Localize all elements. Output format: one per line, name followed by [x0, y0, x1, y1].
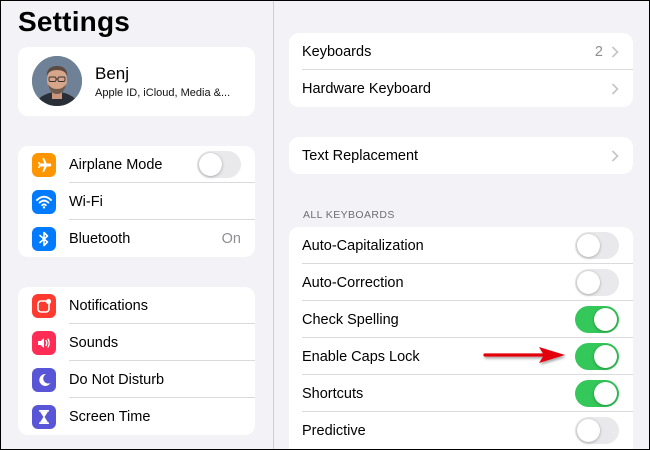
sidebar-item-bluetooth[interactable]: Bluetooth On: [18, 220, 255, 257]
chevron-right-icon: [611, 45, 619, 58]
sidebar-item-sounds[interactable]: Sounds: [18, 324, 255, 361]
hardware-keyboard-row[interactable]: Hardware Keyboard: [289, 70, 633, 107]
text-replacement-group: Text Replacement: [289, 137, 633, 174]
profile-name: Benj: [95, 64, 130, 83]
annotation-arrow-icon: [483, 347, 565, 363]
keyboards-count: 2: [594, 43, 603, 60]
sidebar-item-label: Sounds: [69, 334, 119, 351]
notifications-group: Notifications Sounds Do Not Disturb Scre…: [18, 287, 255, 435]
sidebar-item-label: Screen Time: [69, 408, 151, 425]
sidebar-item-do-not-disturb[interactable]: Do Not Disturb: [18, 361, 255, 398]
bluetooth-icon: [32, 226, 56, 251]
chevron-right-icon: [611, 149, 619, 162]
toggle-label: Shortcuts: [302, 385, 364, 402]
all-keyboards-group: Auto-Capitalization Auto-Correction Chec…: [289, 227, 633, 449]
notifications-icon: [32, 293, 56, 318]
shortcuts-row: Shortcuts: [289, 375, 633, 412]
sidebar-item-label: Do Not Disturb: [69, 371, 165, 388]
toggle-label: Auto-Capitalization: [302, 237, 424, 254]
keyboards-group: Keyboards 2 Hardware Keyboard: [289, 33, 633, 107]
auto-capitalization-row: Auto-Capitalization: [289, 227, 633, 264]
sidebar-item-screen-time[interactable]: Screen Time: [18, 398, 255, 435]
wifi-icon: [32, 189, 56, 214]
speaker-icon: [32, 330, 56, 355]
sidebar-item-wifi[interactable]: Wi-Fi: [18, 183, 255, 220]
airplane-mode-toggle[interactable]: [197, 151, 241, 178]
keyboards-detail-pane: Keyboards 2 Hardware Keyboard Text Repla…: [274, 1, 649, 449]
hardware-keyboard-label: Hardware Keyboard: [302, 80, 431, 97]
check-spelling-row: Check Spelling: [289, 301, 633, 338]
profile-subtitle: Apple ID, iCloud, Media &...: [95, 87, 231, 99]
toggle-label: Check Spelling: [302, 311, 399, 328]
sidebar-item-label: Airplane Mode: [69, 156, 163, 173]
auto-correction-row: Auto-Correction: [289, 264, 633, 301]
auto-capitalization-toggle[interactable]: [575, 232, 619, 259]
enable-caps-lock-toggle[interactable]: [575, 343, 619, 370]
sidebar-item-label: Bluetooth: [69, 230, 131, 247]
auto-correction-toggle[interactable]: [575, 269, 619, 296]
section-header: ALL KEYBOARDS: [303, 209, 395, 221]
settings-window: Settings Benj Apple ID, iCloud, Media &.…: [1, 1, 649, 449]
toggle-label: Predictive: [302, 422, 366, 439]
shortcuts-toggle[interactable]: [575, 380, 619, 407]
connectivity-group: Airplane Mode Wi-Fi Bluetooth On: [18, 146, 255, 257]
keyboards-row[interactable]: Keyboards 2: [289, 33, 633, 70]
airplane-icon: [32, 152, 56, 177]
page-title: Settings: [18, 6, 131, 37]
sidebar-item-airplane-mode[interactable]: Airplane Mode: [18, 146, 255, 183]
text-replacement-row[interactable]: Text Replacement: [289, 137, 633, 174]
enable-caps-lock-row: Enable Caps Lock: [289, 338, 633, 375]
predictive-row: Predictive: [289, 412, 633, 449]
bluetooth-status: On: [221, 230, 241, 247]
keyboards-label: Keyboards: [302, 43, 372, 60]
profile-card[interactable]: Benj Apple ID, iCloud, Media &...: [18, 47, 255, 116]
moon-icon: [32, 367, 56, 392]
sidebar: Settings Benj Apple ID, iCloud, Media &.…: [1, 1, 273, 449]
predictive-toggle[interactable]: [575, 417, 619, 444]
toggle-label: Auto-Correction: [302, 274, 404, 291]
sidebar-item-label: Notifications: [69, 297, 148, 314]
chevron-right-icon: [611, 82, 619, 95]
text-replacement-label: Text Replacement: [302, 147, 419, 164]
sidebar-item-notifications[interactable]: Notifications: [18, 287, 255, 324]
hourglass-icon: [32, 404, 56, 429]
check-spelling-toggle[interactable]: [575, 306, 619, 333]
avatar: [32, 56, 82, 106]
sidebar-item-label: Wi-Fi: [69, 193, 103, 210]
